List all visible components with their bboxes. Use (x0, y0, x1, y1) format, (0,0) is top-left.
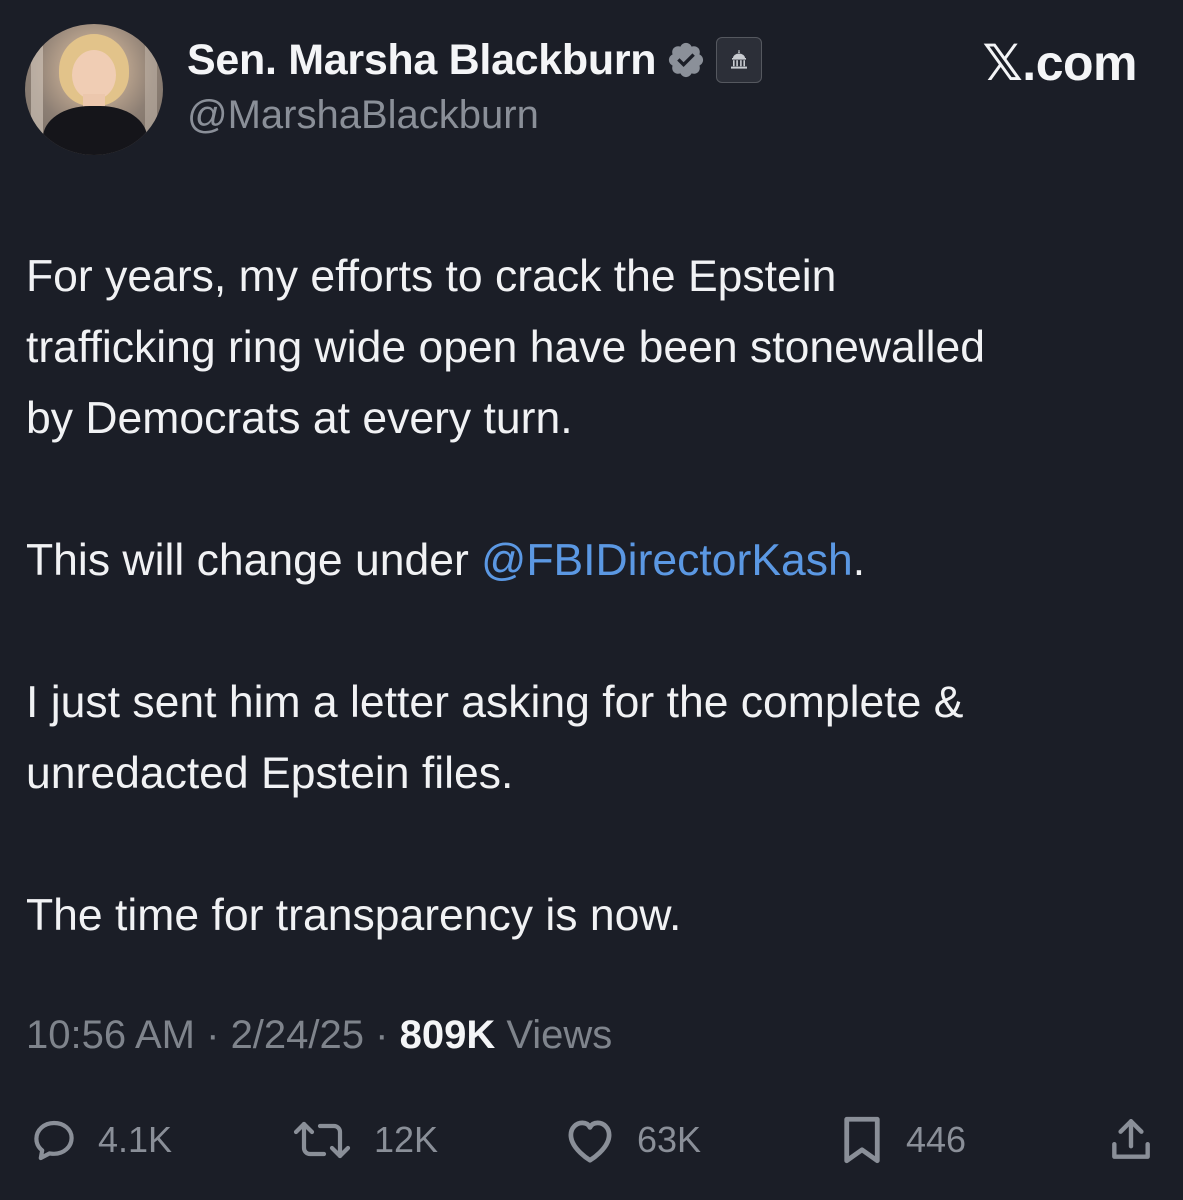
author-handle[interactable]: @MarshaBlackburn (187, 93, 539, 138)
verified-badge-icon[interactable] (666, 40, 706, 80)
like-count: 63K (637, 1119, 702, 1160)
heart-icon (568, 1120, 612, 1163)
government-building-icon[interactable] (716, 37, 763, 83)
share-button[interactable] (1106, 1110, 1156, 1170)
tweet-meta: 10:56 AM · 2/24/25 · 809K Views (26, 1013, 612, 1058)
author-name-row: Sen. Marsha Blackburn (187, 36, 763, 85)
action-bar: 4.1K 12K 63K 446 (0, 1110, 1183, 1170)
tweet-text-segment: . (852, 536, 866, 585)
tweet-text: For years, my efforts to crack the Epste… (26, 241, 1166, 951)
reply-icon (34, 1120, 74, 1161)
meta-separator: · (364, 1013, 400, 1057)
tweet-date[interactable]: 2/24/25 (231, 1013, 364, 1057)
tweet-paragraph: The time for transparency is now. (26, 891, 682, 940)
author-name[interactable]: Sen. Marsha Blackburn (187, 36, 657, 85)
bookmark-button[interactable]: 446 (838, 1110, 966, 1170)
author-avatar[interactable] (25, 24, 163, 155)
repost-icon (293, 1121, 351, 1159)
share-icon (1112, 1119, 1150, 1159)
views-count: 809K (399, 1013, 496, 1057)
tweet-paragraph: This will change under @FBIDirectorKash. (26, 525, 1166, 596)
like-button[interactable]: 63K (563, 1110, 701, 1170)
mention-link[interactable]: @FBIDirectorKash (481, 536, 853, 585)
bookmark-count: 446 (906, 1119, 967, 1160)
tweet-time[interactable]: 10:56 AM (26, 1013, 195, 1057)
bookmark-icon (844, 1116, 880, 1164)
repost-button[interactable]: 12K (290, 1110, 438, 1170)
repost-count: 12K (374, 1119, 439, 1160)
reply-count: 4.1K (98, 1119, 173, 1160)
tweet-text-segment: This will change under (26, 536, 482, 585)
tweet-paragraph: For years, my efforts to crack the Epste… (26, 252, 986, 443)
reply-button[interactable]: 4.1K (30, 1110, 172, 1170)
site-label: 𝕏.com (982, 35, 1138, 91)
tweet-paragraph: I just sent him a letter asking for the … (26, 678, 964, 798)
meta-separator: · (195, 1013, 231, 1057)
views-label: Views (495, 1013, 613, 1057)
